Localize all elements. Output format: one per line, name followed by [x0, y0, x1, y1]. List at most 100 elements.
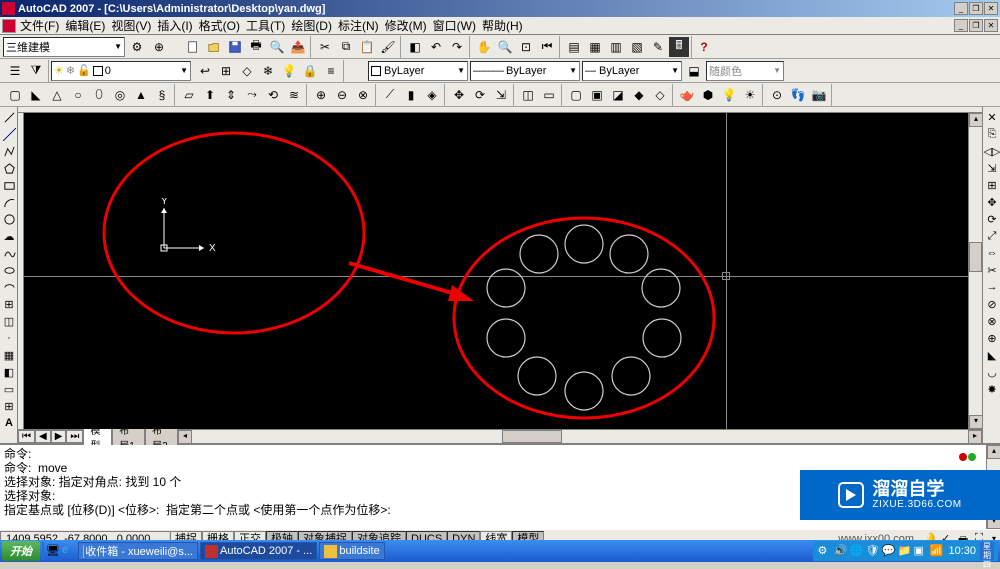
workspace-settings-button[interactable]: ⚙ — [127, 37, 147, 57]
rotate-tool[interactable]: ⟳ — [984, 211, 1000, 227]
block-editor-button[interactable]: ◧ — [405, 37, 425, 57]
walk-button[interactable]: 👣 — [788, 85, 808, 105]
extrude-button[interactable]: ⬆ — [200, 85, 220, 105]
scroll-up-button[interactable]: ▴ — [969, 113, 983, 127]
circle-tool[interactable] — [1, 211, 17, 227]
sheet-set-button[interactable]: ▧ — [627, 37, 647, 57]
cylinder-button[interactable]: ⬯ — [89, 85, 109, 105]
drawing-canvas[interactable]: X Y — [24, 113, 968, 429]
menu-draw[interactable]: 绘图(D) — [289, 16, 334, 35]
slice-button[interactable]: ⟋ — [380, 85, 400, 105]
mtext-tool[interactable]: A — [1, 415, 17, 431]
3drotate-button[interactable]: ⟳ — [470, 85, 490, 105]
chamfer-tool[interactable]: ◣ — [984, 347, 1000, 363]
3dorbit-button[interactable]: ⊙ — [767, 85, 787, 105]
layer-previous-button[interactable]: ↩ — [195, 61, 215, 81]
clock[interactable]: 10:30 — [948, 545, 976, 557]
subtract-button[interactable]: ⊖ — [332, 85, 352, 105]
mirror-tool[interactable]: ◁▷ — [984, 143, 1000, 159]
tray-icon-4[interactable]: 🛡 — [865, 544, 879, 558]
layer-state-button[interactable]: ⊞ — [216, 61, 236, 81]
menu-dimension[interactable]: 标注(N) — [336, 16, 381, 35]
construction-line-tool[interactable] — [1, 126, 17, 142]
stretch-tool[interactable]: ⇔ — [984, 245, 1000, 261]
copy-tool[interactable]: ⎘ — [984, 126, 1000, 142]
tool-palettes-button[interactable]: ▥ — [606, 37, 626, 57]
layer-filter-button[interactable]: ⧩ — [26, 61, 46, 81]
task-autocad[interactable]: AutoCAD 2007 - ... — [200, 542, 317, 560]
menu-modify[interactable]: 修改(M) — [383, 16, 429, 35]
pyramid-button[interactable]: ▲ — [131, 85, 151, 105]
layer-off-button[interactable]: 💡 — [279, 61, 299, 81]
break-point-tool[interactable]: ⊘ — [984, 296, 1000, 312]
box-button[interactable]: ▢ — [5, 85, 25, 105]
render-button[interactable]: 🫖 — [677, 85, 697, 105]
save-button[interactable] — [225, 37, 245, 57]
tray-icon-3[interactable]: 🌐 — [849, 544, 863, 558]
rectangle-tool[interactable] — [1, 177, 17, 193]
color-dropdown[interactable]: ByLayer ▼ — [368, 61, 468, 81]
make-block-tool[interactable]: ◫ — [1, 313, 17, 329]
design-center-button[interactable]: ▦ — [585, 37, 605, 57]
move-tool[interactable]: ✥ — [984, 194, 1000, 210]
flatshot-button[interactable]: ▭ — [539, 85, 559, 105]
redo-button[interactable]: ↷ — [447, 37, 467, 57]
menu-view[interactable]: 视图(V) — [109, 16, 153, 35]
helix-button[interactable]: § — [152, 85, 172, 105]
menu-insert[interactable]: 插入(I) — [155, 16, 194, 35]
quicklaunch-ie-icon[interactable]: e — [62, 544, 76, 558]
imprint-button[interactable]: ◈ — [422, 85, 442, 105]
paste-button[interactable]: 📋 — [357, 37, 377, 57]
ellipse-arc-tool[interactable] — [1, 279, 17, 295]
tab-first-button[interactable]: ⏮ — [18, 430, 35, 443]
explode-tool[interactable]: ✸ — [984, 381, 1000, 397]
revision-cloud-tool[interactable]: ☁ — [1, 228, 17, 244]
tray-icon-7[interactable]: ▣ — [913, 544, 927, 558]
tab-prev-button[interactable]: ◀ — [35, 430, 51, 443]
polygon-tool[interactable] — [1, 160, 17, 176]
tray-icon-8[interactable]: 📶 — [929, 544, 943, 558]
workspace-save-button[interactable]: ⊕ — [149, 37, 169, 57]
cut-button[interactable]: ✂ — [315, 37, 335, 57]
visual-style-3d-button[interactable]: ▣ — [587, 85, 607, 105]
scrollbar-horizontal[interactable]: ◂ ▸ — [178, 429, 982, 443]
menu-window[interactable]: 窗口(W) — [431, 16, 478, 35]
visual-style-2d-button[interactable]: ▢ — [566, 85, 586, 105]
sphere-button[interactable]: ○ — [68, 85, 88, 105]
array-tool[interactable]: ⊞ — [984, 177, 1000, 193]
sun-button[interactable]: ☀ — [740, 85, 760, 105]
offset-tool[interactable]: ⇲ — [984, 160, 1000, 176]
lineweight-settings-button[interactable]: ⬓ — [684, 61, 704, 81]
materials-button[interactable]: ⬢ — [698, 85, 718, 105]
lineweight-dropdown[interactable]: — ByLayer ▼ — [582, 61, 682, 81]
doc-minimize-button[interactable]: _ — [954, 19, 968, 32]
tab-last-button[interactable]: ⏭ — [66, 430, 83, 443]
tab-next-button[interactable]: ▶ — [51, 430, 67, 443]
menu-help[interactable]: 帮助(H) — [480, 16, 525, 35]
wedge-button[interactable]: ◣ — [26, 85, 46, 105]
scroll-right-button[interactable]: ▸ — [968, 430, 982, 444]
revolve-button[interactable]: ⟲ — [263, 85, 283, 105]
menu-format[interactable]: 格式(O) — [197, 16, 242, 35]
workspace-dropdown[interactable]: 三维建模 ▼ — [3, 37, 125, 57]
publish-button[interactable]: 📤 — [288, 37, 308, 57]
sweep-button[interactable]: ⤳ — [242, 85, 262, 105]
line-tool[interactable] — [1, 109, 17, 125]
close-button[interactable]: ✕ — [984, 2, 998, 15]
layer-freeze-button[interactable]: ❄ — [258, 61, 278, 81]
print-button[interactable]: 🖶 — [246, 37, 266, 57]
zoom-previous-button[interactable]: ⏮ — [537, 37, 557, 57]
join-tool[interactable]: ⊕ — [984, 330, 1000, 346]
scrollbar-vertical[interactable]: ▴ ▾ — [968, 113, 982, 429]
minimize-button[interactable]: _ — [954, 2, 968, 15]
tray-icon-6[interactable]: 📁 — [897, 544, 911, 558]
linetype-dropdown[interactable]: ——— ByLayer ▼ — [470, 61, 580, 81]
fillet-tool[interactable]: ◡ — [984, 364, 1000, 380]
extend-tool[interactable]: → — [984, 279, 1000, 295]
camera-button[interactable]: 📷 — [809, 85, 829, 105]
insert-block-tool[interactable]: ⊞ — [1, 296, 17, 312]
markup-button[interactable]: ✎ — [648, 37, 668, 57]
tray-icon-2[interactable]: 🔊 — [833, 544, 847, 558]
quickcalc-button[interactable]: 🖩 — [669, 37, 689, 57]
visual-style-hidden-button[interactable]: ◪ — [608, 85, 628, 105]
